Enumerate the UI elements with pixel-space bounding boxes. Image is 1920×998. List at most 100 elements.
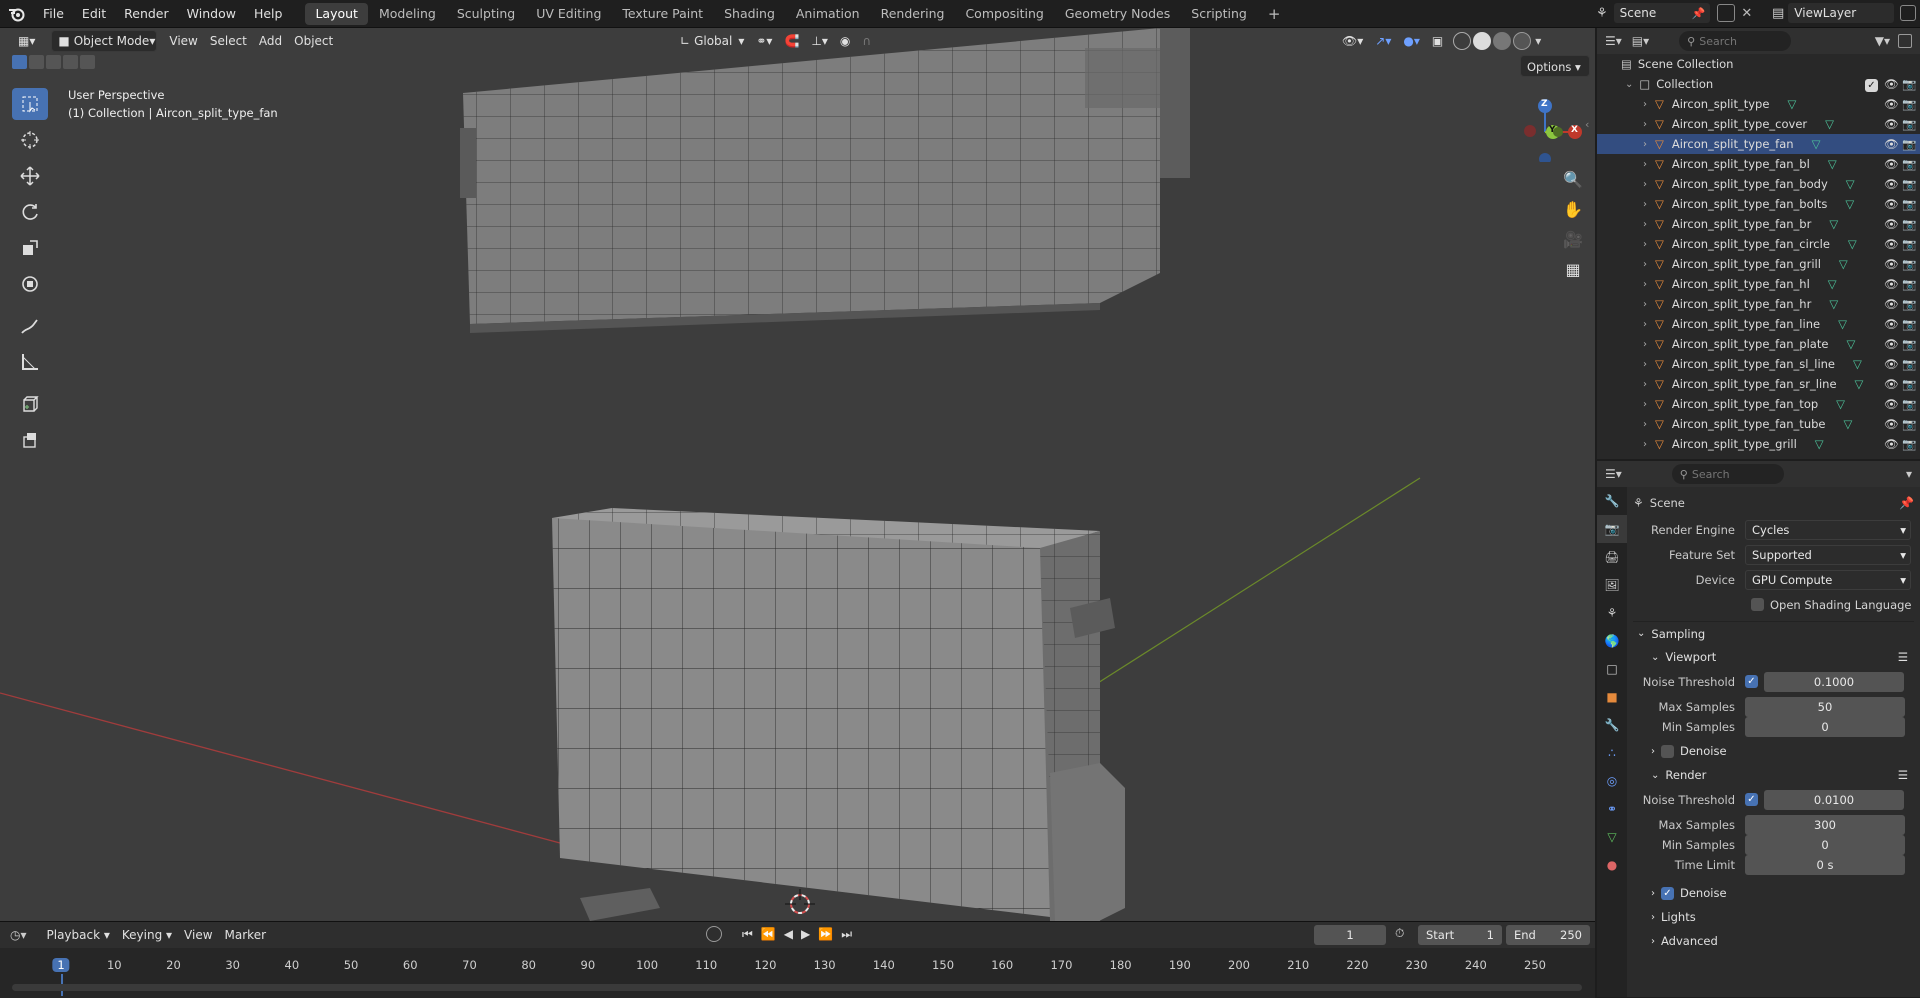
3d-viewport[interactable]: ▦▾ ■ Object Mode ▾ View Select Add Objec… (0, 28, 1595, 921)
properties-search-input[interactable] (1691, 467, 1772, 481)
play-icon[interactable]: ▶ (801, 927, 810, 941)
rendered-shading-icon[interactable] (1513, 32, 1532, 50)
select-invert-icon[interactable] (80, 55, 95, 69)
tab-sculpting[interactable]: Sculpting (447, 3, 525, 25)
camera-icon[interactable]: 📷 (1902, 377, 1916, 391)
add-cube-tool-icon[interactable] (12, 388, 48, 420)
editor-type-icon[interactable]: ▦▾ (12, 30, 41, 52)
camera-icon[interactable]: 📷 (1902, 297, 1916, 311)
select-extend-icon[interactable] (29, 55, 44, 69)
render-denoise-checkbox[interactable]: ✓ (1661, 886, 1674, 900)
chevron-right-icon[interactable]: › (1643, 199, 1647, 210)
chevron-down-icon[interactable]: ▾ (1535, 34, 1541, 48)
mesh-data-icon[interactable]: ▽ (1853, 357, 1862, 371)
mesh-data-icon[interactable]: ▽ (1838, 317, 1847, 331)
menu-add[interactable]: Add (253, 30, 288, 52)
chevron-right-icon[interactable]: › (1643, 139, 1647, 150)
auto-keying-icon[interactable] (706, 926, 722, 942)
zoom-icon[interactable]: 🔍 (1558, 170, 1588, 200)
mesh-data-icon[interactable]: ▽ (1828, 277, 1837, 291)
outliner-item[interactable]: › ▽ Aircon_split_type_fan_bolts ▽ 👁 📷 (1597, 194, 1920, 214)
chevron-right-icon[interactable]: › (1643, 259, 1647, 270)
outliner-search-input[interactable] (1699, 34, 1780, 48)
eye-icon[interactable]: 👁 (1884, 77, 1899, 91)
eye-icon[interactable]: 👁 (1884, 197, 1899, 211)
eye-icon[interactable]: 👁 (1884, 217, 1899, 231)
lights-section[interactable]: › Lights (1633, 905, 1914, 929)
chevron-right-icon[interactable]: › (1643, 99, 1647, 110)
mesh-data-icon[interactable]: ▽ (1825, 117, 1834, 131)
outliner-search[interactable]: ⚲ (1679, 31, 1792, 51)
tab-layout[interactable]: Layout (305, 2, 368, 25)
outliner-item[interactable]: › ▽ Aircon_split_type_fan ▽ 👁 📷 (1597, 134, 1920, 154)
start-frame-field[interactable]: Start 1 (1418, 925, 1502, 945)
object-tab-icon[interactable]: ■ (1597, 683, 1627, 711)
chevron-down-icon[interactable]: ▾ (1906, 467, 1912, 481)
chevron-right-icon[interactable]: › (1643, 219, 1647, 230)
extrude-tool-icon[interactable] (12, 424, 48, 456)
camera-icon[interactable]: 📷 (1902, 117, 1916, 131)
view-layer-selector[interactable]: ▤ ViewLayer (1772, 3, 1917, 23)
tab-geometry-nodes[interactable]: Geometry Nodes (1055, 3, 1180, 25)
eye-icon[interactable]: 👁 (1884, 277, 1899, 291)
world-tab-icon[interactable]: 🌎 (1597, 627, 1627, 655)
camera-icon[interactable]: 📷 (1902, 137, 1916, 151)
list-icon[interactable]: ☰ (1898, 768, 1908, 782)
tab-compositing[interactable]: Compositing (955, 3, 1053, 25)
pin-icon[interactable]: 📌 (1692, 7, 1706, 20)
tool-tab-icon[interactable]: 🔧 (1597, 487, 1627, 515)
scene-tab-icon[interactable]: ⚘ (1597, 599, 1627, 627)
cursor-tool-icon[interactable] (12, 124, 48, 156)
tab-rendering[interactable]: Rendering (871, 3, 955, 25)
camera-icon[interactable]: 📷 (1902, 417, 1916, 431)
ortho-grid-icon[interactable]: ▦ (1558, 260, 1588, 290)
chevron-right-icon[interactable]: › (1643, 279, 1647, 290)
tab-modeling[interactable]: Modeling (369, 3, 446, 25)
outliner-item[interactable]: › ▽ Aircon_split_type_fan_bl ▽ 👁 📷 (1597, 154, 1920, 174)
outliner-item[interactable]: › ▽ Aircon_split_type_fan_sl_line ▽ 👁 📷 (1597, 354, 1920, 374)
stopwatch-icon[interactable]: ⏱ (1395, 926, 1404, 941)
display-mode-icon[interactable]: ▤▾ (1632, 34, 1649, 48)
collection-row[interactable]: ⌄ □ Collection ✓ 👁 📷 (1597, 74, 1920, 94)
physics-tab-icon[interactable]: ◎ (1597, 767, 1627, 795)
outliner-item[interactable]: › ▽ Aircon_split_type_cover ▽ 👁 📷 (1597, 114, 1920, 134)
snap-icon[interactable]: 🧲 (778, 30, 805, 52)
menu-edit[interactable]: Edit (73, 0, 115, 28)
camera-icon[interactable]: 📷 (1902, 197, 1916, 211)
mesh-data-icon[interactable]: ▽ (1855, 377, 1864, 391)
advanced-section[interactable]: › Advanced (1633, 929, 1914, 953)
editor-type-icon[interactable]: ☰▾ (1605, 467, 1622, 481)
collection-tab-icon[interactable]: □ (1597, 655, 1627, 683)
output-tab-icon[interactable]: 🖨 (1597, 543, 1627, 571)
filter-icon[interactable]: ▼▾ (1875, 34, 1890, 48)
render-noise-threshold-checkbox[interactable]: ✓ (1745, 793, 1758, 806)
chevron-right-icon[interactable]: › (1643, 379, 1647, 390)
solid-shading-icon[interactable] (1473, 32, 1492, 50)
eye-icon[interactable]: 👁 (1884, 357, 1899, 371)
menu-window[interactable]: Window (178, 0, 245, 28)
end-frame-field[interactable]: End 250 (1506, 925, 1590, 945)
camera-icon[interactable]: 📷 (1902, 357, 1916, 371)
properties-search[interactable]: ⚲ (1671, 464, 1784, 484)
viewport-denoise-checkbox[interactable] (1661, 744, 1674, 758)
menu-object[interactable]: Object (288, 30, 339, 52)
outliner-item[interactable]: › ▽ Aircon_split_type_fan_top ▽ 👁 📷 (1597, 394, 1920, 414)
eye-icon[interactable]: 👁 (1884, 97, 1899, 111)
new-scene-icon[interactable] (1717, 4, 1736, 22)
eye-icon[interactable]: 👁 (1884, 157, 1899, 171)
new-collection-icon[interactable] (1898, 34, 1912, 48)
tab-scripting[interactable]: Scripting (1181, 3, 1257, 25)
mesh-data-icon[interactable]: ▽ (1815, 437, 1824, 451)
constraints-tab-icon[interactable]: ⚭ (1597, 795, 1627, 823)
measure-tool-icon[interactable] (12, 346, 48, 378)
pin-icon[interactable]: 📌 (1899, 496, 1914, 510)
mesh-data-icon[interactable]: ▽ (1839, 257, 1848, 271)
sampling-section[interactable]: ⌄ Sampling (1633, 621, 1914, 645)
render-noise-threshold-field[interactable]: 0.0100 (1764, 789, 1904, 810)
particles-tab-icon[interactable]: ∴ (1597, 739, 1627, 767)
chevron-right-icon[interactable]: › (1643, 119, 1647, 130)
feature-set-dropdown[interactable]: Supported ▾ (1745, 544, 1911, 565)
mesh-data-icon[interactable]: ▽ (1829, 297, 1838, 311)
device-dropdown[interactable]: GPU Compute ▾ (1745, 569, 1911, 590)
eye-icon[interactable]: 👁 (1884, 257, 1899, 271)
